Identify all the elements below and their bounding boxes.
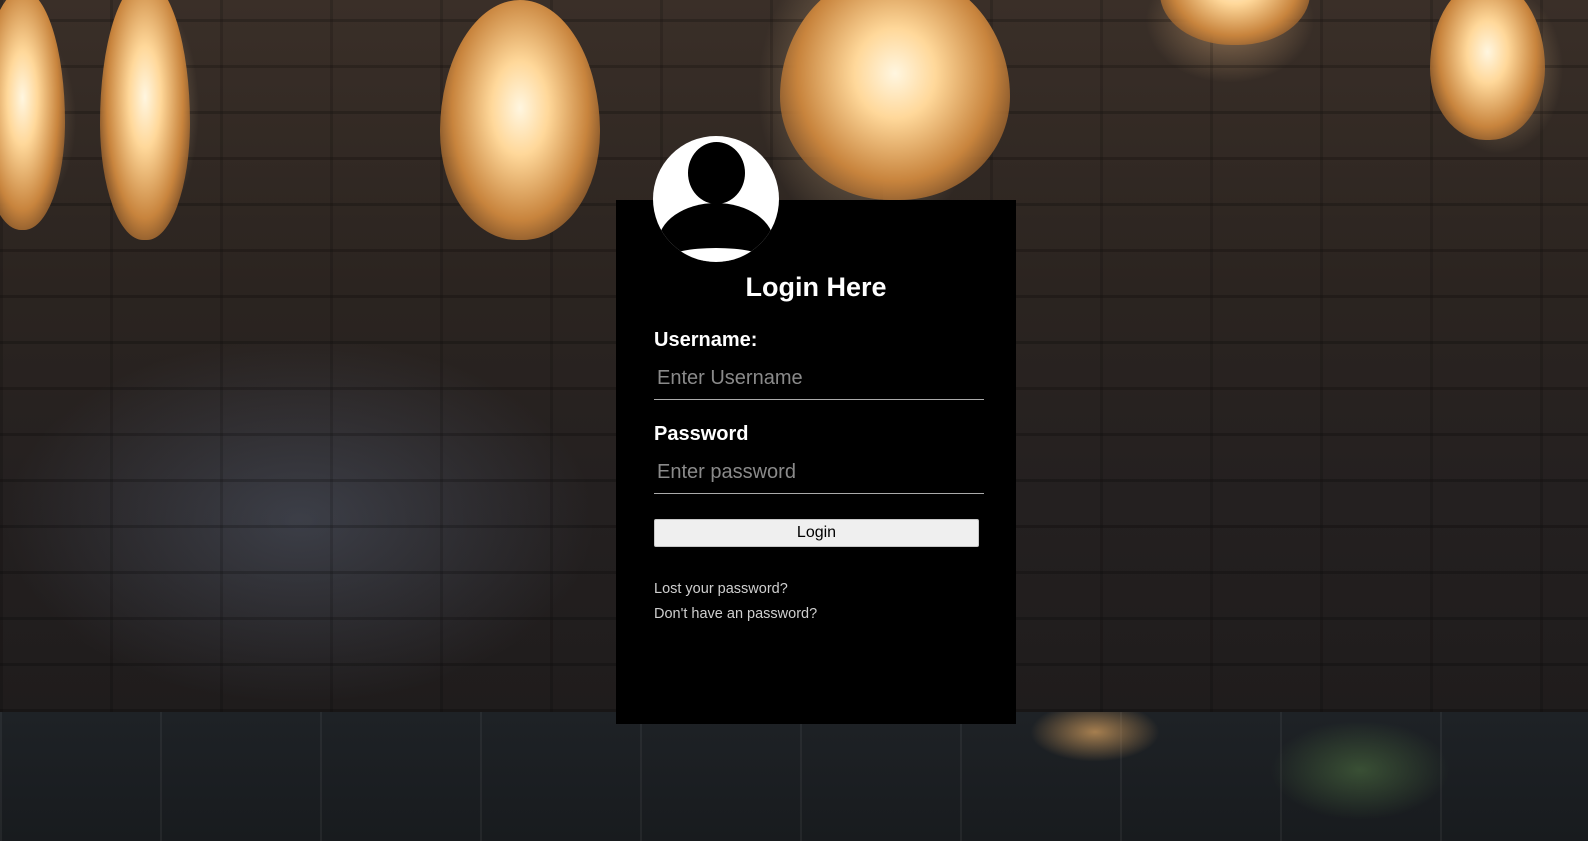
login-button[interactable]: Login (654, 519, 979, 547)
lightbulb-decoration (780, 0, 1010, 200)
help-links: Lost your password? Don't have an passwo… (654, 577, 978, 627)
lightbulb-decoration (100, 0, 190, 240)
login-title: Login Here (745, 272, 887, 302)
avatar-base-shape (669, 248, 763, 262)
page-background: Login Here Username: Password Login Lost… (0, 0, 1588, 841)
lightbulb-decoration (1430, 0, 1545, 140)
avatar-head-shape (688, 142, 745, 204)
login-panel: Login Here Username: Password Login Lost… (616, 200, 1016, 724)
background-plant (1270, 720, 1450, 820)
background-detail (1030, 712, 1160, 762)
lost-password-link[interactable]: Lost your password? (654, 577, 978, 602)
user-silhouette-icon (653, 136, 779, 262)
username-label: Username: (654, 329, 758, 351)
password-label: Password (654, 423, 749, 445)
no-password-link[interactable]: Don't have an password? (654, 602, 978, 627)
password-input[interactable] (654, 452, 984, 494)
username-input[interactable] (654, 358, 984, 400)
